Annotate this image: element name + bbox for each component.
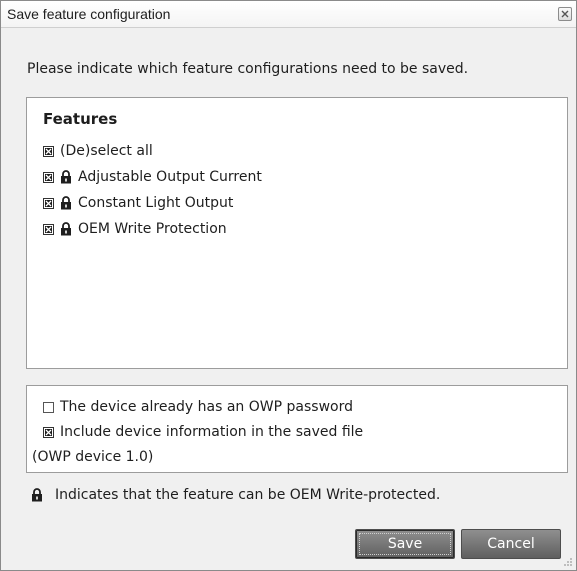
feature-item-adjustable-output-current[interactable]: Adjustable Output Current — [43, 168, 262, 186]
device-note: (OWP device 1.0) — [32, 448, 153, 466]
include-device-info-checkbox[interactable]: Include device information in the saved … — [43, 423, 363, 441]
select-all-label: (De)select all — [60, 143, 153, 159]
owp-password-checkbox[interactable]: The device already has an OWP password — [43, 398, 353, 416]
close-button[interactable] — [558, 7, 572, 21]
feature-label: OEM Write Protection — [78, 221, 227, 237]
checkbox-checked-icon — [43, 171, 54, 183]
lock-legend: Indicates that the feature can be OEM Wr… — [31, 487, 440, 503]
resize-grip-icon[interactable] — [563, 557, 573, 567]
feature-label: Adjustable Output Current — [78, 169, 262, 185]
options-panel: The device already has an OWP password I… — [26, 385, 568, 473]
lock-icon — [32, 488, 42, 502]
features-panel: Features (De)select all Adjustable Outpu… — [26, 97, 568, 369]
checkbox-checked-icon — [43, 145, 54, 157]
cancel-button[interactable]: Cancel — [461, 529, 561, 559]
lock-icon — [61, 170, 71, 184]
feature-item-constant-light-output[interactable]: Constant Light Output — [43, 194, 233, 212]
checkbox-unchecked-icon — [43, 401, 54, 413]
feature-item-oem-write-protection[interactable]: OEM Write Protection — [43, 220, 227, 238]
save-feature-dialog: Save feature configuration Please indica… — [0, 0, 577, 571]
lock-icon — [61, 196, 71, 210]
instruction-text: Please indicate which feature configurat… — [27, 61, 469, 77]
save-button[interactable]: Save — [355, 529, 455, 559]
owp-password-label: The device already has an OWP password — [60, 399, 353, 415]
feature-label: Constant Light Output — [78, 195, 234, 211]
cancel-button-label: Cancel — [487, 536, 535, 552]
focus-ring — [359, 533, 451, 555]
checkbox-checked-icon — [43, 223, 54, 235]
window-title: Save feature configuration — [7, 6, 171, 22]
title-bar[interactable]: Save feature configuration — [1, 1, 576, 28]
features-heading: Features — [43, 110, 118, 128]
legend-text: Indicates that the feature can be OEM Wr… — [55, 487, 441, 503]
checkbox-checked-icon — [43, 426, 54, 438]
include-device-info-label: Include device information in the saved … — [60, 424, 364, 440]
close-icon — [561, 10, 569, 18]
device-note-text: (OWP device 1.0) — [32, 449, 154, 465]
checkbox-checked-icon — [43, 197, 54, 209]
lock-icon — [61, 222, 71, 236]
select-all-checkbox[interactable]: (De)select all — [43, 142, 153, 160]
